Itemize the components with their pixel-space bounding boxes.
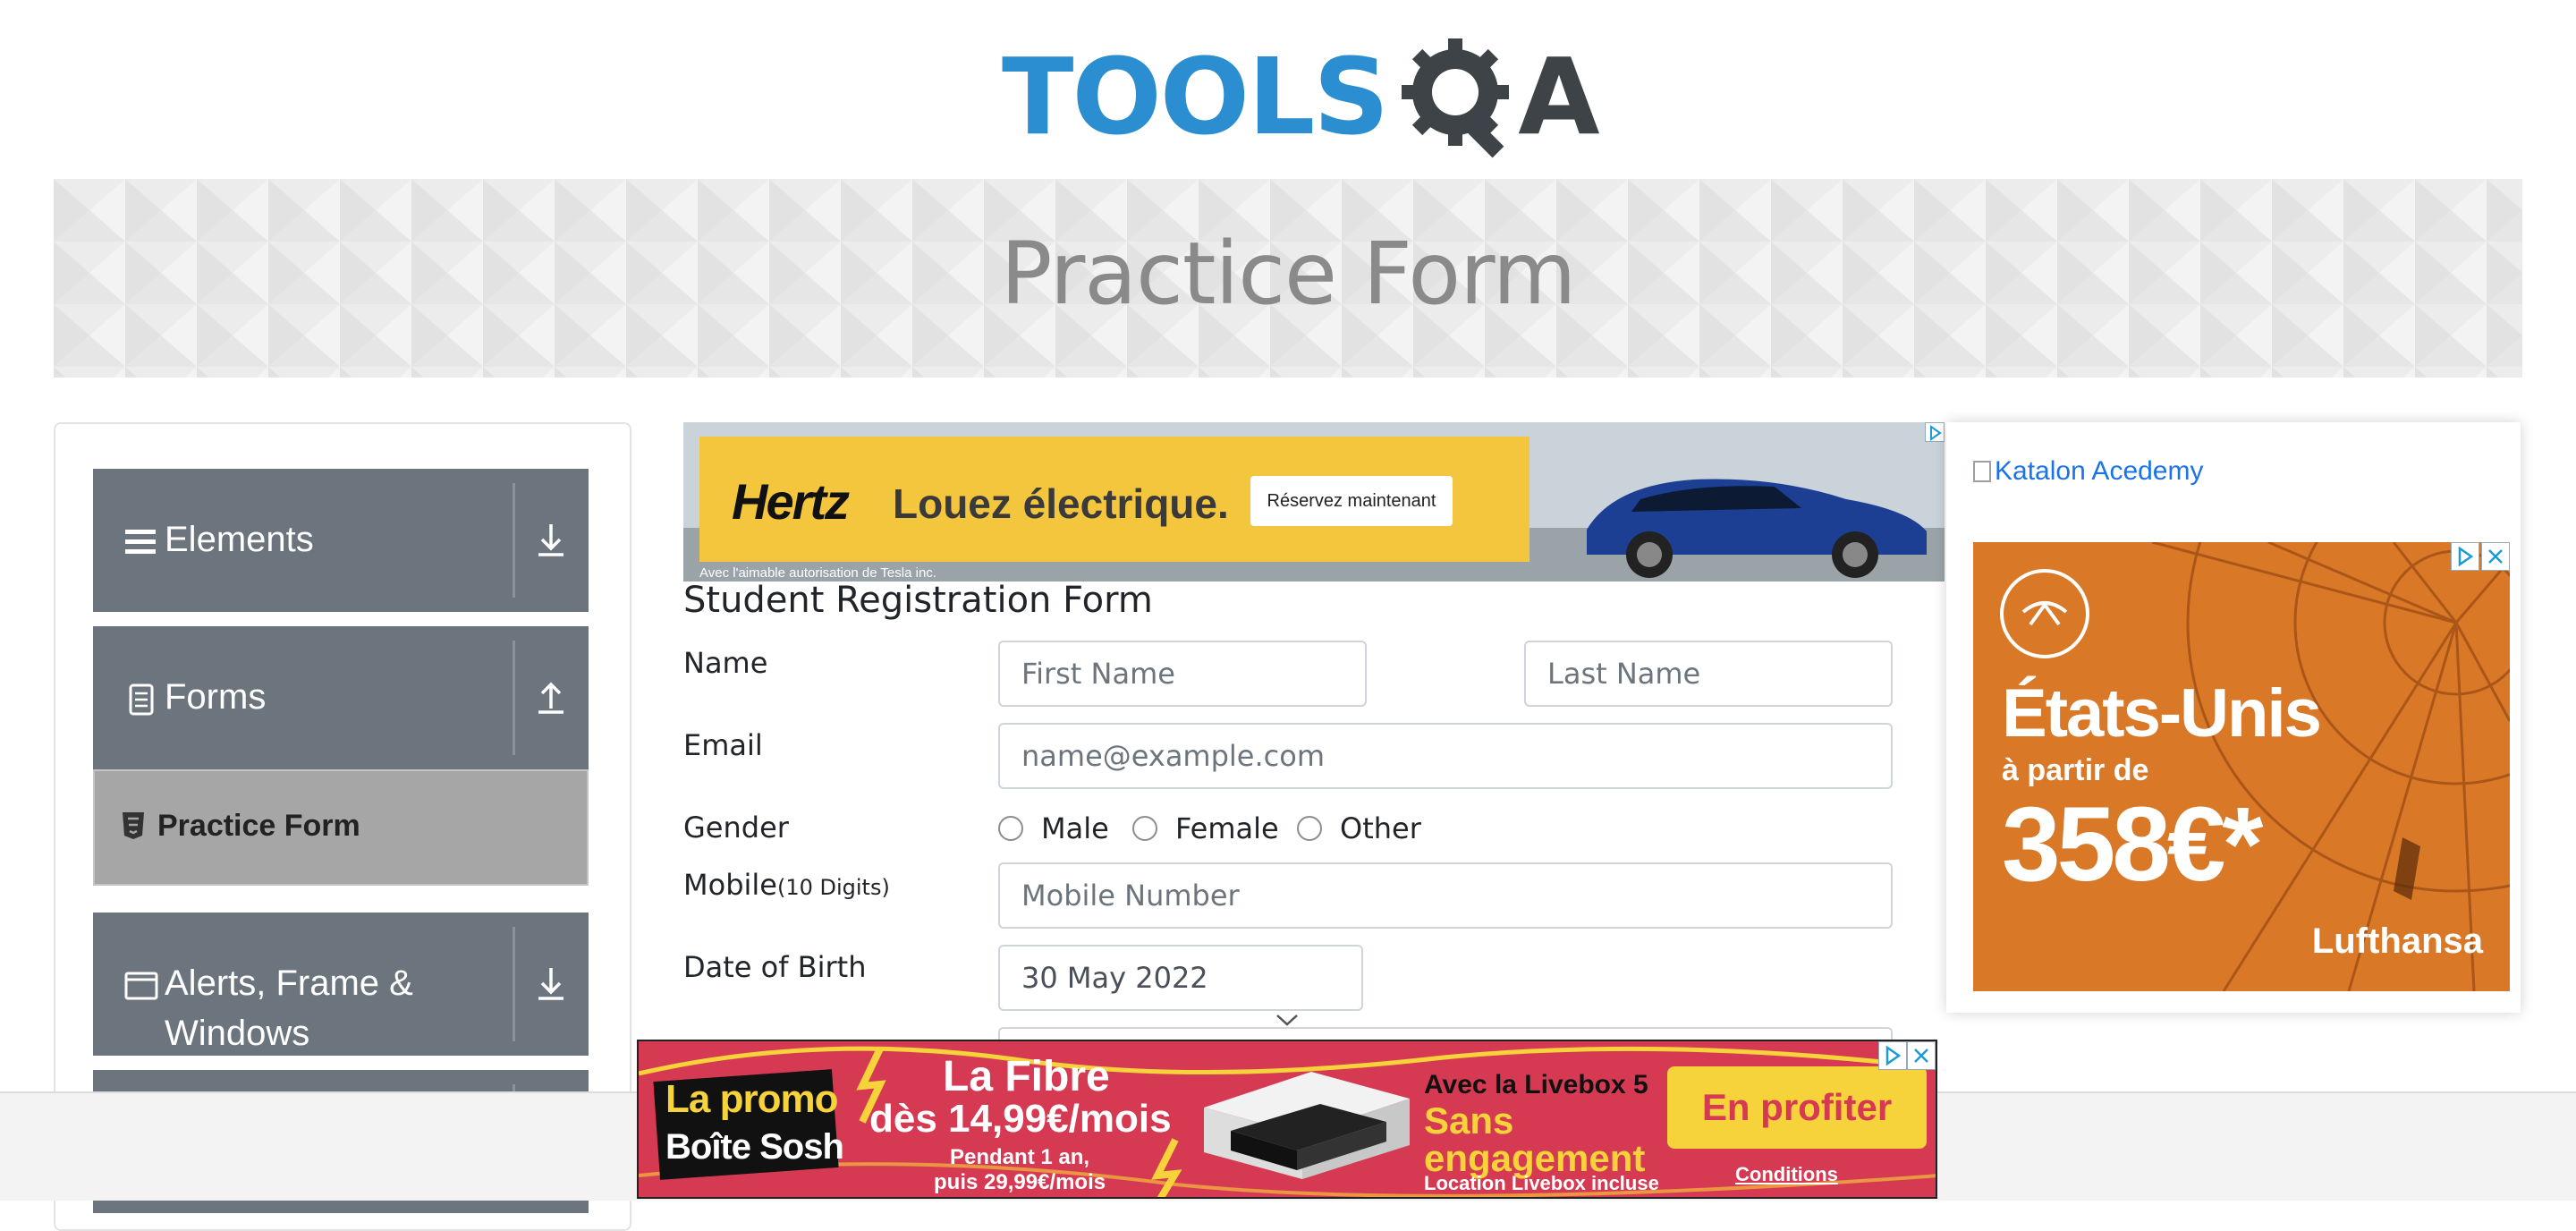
first-name-input[interactable]: First Name xyxy=(998,641,1367,707)
gear-magnifier-icon xyxy=(1393,30,1527,164)
lufthansa-title: États-Unis xyxy=(2002,675,2322,751)
last-name-input[interactable]: Last Name xyxy=(1524,641,1893,707)
en-profiter-button[interactable]: En profiter xyxy=(1667,1066,1927,1149)
email-label: Email xyxy=(683,728,763,762)
lufthansa-price: 358€* xyxy=(2002,785,2263,904)
nav-group-label: Alerts, Frame & xyxy=(165,964,413,1003)
livebox-line2: Sans engagement xyxy=(1424,1102,1645,1177)
radio-label: Female xyxy=(1175,811,1279,845)
nav-group-alerts-frame-windows[interactable]: Alerts, Frame & Windows xyxy=(93,913,589,1056)
upload-icon[interactable] xyxy=(526,673,576,723)
toolsqa-logo[interactable]: TOOLS A xyxy=(1002,25,1600,168)
adchoices-icon[interactable] xyxy=(1878,1041,1907,1070)
form-title: Student Registration Form xyxy=(683,580,1153,621)
reserve-button[interactable]: Réservez maintenant xyxy=(1250,476,1453,526)
gender-radio-male[interactable]: Male xyxy=(998,811,1109,846)
close-icon[interactable] xyxy=(2481,542,2510,571)
gender-radio-female[interactable]: Female xyxy=(1132,811,1279,846)
hamburger-icon xyxy=(123,524,159,560)
name-label: Name xyxy=(683,646,768,680)
window-icon xyxy=(123,968,159,1004)
nav-group-label: Elements xyxy=(165,520,314,559)
fibre-terms-line2: puis 29,99€/mois xyxy=(934,1170,1106,1194)
livebox-line3: Location Livebox incluse xyxy=(1424,1172,1659,1194)
sosh-ad[interactable]: La promo Boîte Sosh La Fibre dès 14,99€/… xyxy=(637,1040,1937,1199)
radio-label: Male xyxy=(1041,811,1109,845)
fibre-terms-line1: Pendant 1 an, xyxy=(950,1145,1090,1169)
mobile-label-text: Mobile xyxy=(683,868,777,902)
hertz-logo: Hertz xyxy=(732,473,850,530)
logo-a-text: A xyxy=(1518,35,1600,158)
divider xyxy=(513,483,515,598)
sidebar-item-label: Practice Form xyxy=(157,809,360,843)
lufthansa-logo-text: Lufthansa xyxy=(2311,921,2483,961)
katalon-ad-link[interactable]: Katalon Acedemy xyxy=(1973,456,2203,487)
radio-circle[interactable] xyxy=(998,816,1023,841)
divider xyxy=(513,641,515,755)
fibre-title: La Fibre xyxy=(943,1053,1110,1100)
promo-line1: La promo xyxy=(665,1077,838,1121)
livebox-line2a: Sans xyxy=(1424,1099,1514,1142)
radio-circle[interactable] xyxy=(1297,816,1322,841)
fibre-terms: Pendant 1 an, puis 29,99€/mois xyxy=(934,1145,1106,1195)
livebox-image xyxy=(1186,1063,1419,1188)
hertz-ad[interactable]: Hertz Louez électrique. Réservez mainten… xyxy=(683,422,1945,582)
nav-group-label: Forms xyxy=(165,677,267,717)
dob-label: Date of Birth xyxy=(683,950,867,984)
mobile-input[interactable]: Mobile Number xyxy=(998,862,1893,929)
hertz-yellow-panel: Hertz Louez électrique. Réservez mainten… xyxy=(699,437,1530,562)
close-icon[interactable] xyxy=(1907,1041,1936,1070)
nav-group-elements[interactable]: Elements xyxy=(93,469,589,612)
katalon-alt-text: Katalon Acedemy xyxy=(1995,456,2204,486)
document-icon xyxy=(123,682,159,717)
download-icon[interactable] xyxy=(526,959,576,1009)
html5-icon xyxy=(120,811,147,841)
sidebar-item-practice-form[interactable]: Practice Form xyxy=(93,769,589,886)
email-input[interactable]: name@example.com xyxy=(998,723,1893,789)
nav-group-label-line2: Windows xyxy=(165,1014,310,1053)
adchoices-icon[interactable] xyxy=(2451,542,2479,571)
mobile-label: Mobile(10 Digits) xyxy=(683,868,890,902)
hertz-headline: Louez électrique. xyxy=(893,480,1229,527)
nav-group-forms[interactable]: Forms xyxy=(93,626,589,769)
chevron-down-icon[interactable] xyxy=(1275,1013,1299,1027)
download-icon[interactable] xyxy=(526,515,576,565)
mobile-hint: (10 Digits) xyxy=(776,875,890,900)
gender-label: Gender xyxy=(683,811,789,845)
logo-tools-text: TOOLS xyxy=(1002,35,1389,158)
broken-image-icon xyxy=(1973,461,1991,482)
page-title: Practice Form xyxy=(1000,224,1577,324)
lufthansa-ad[interactable]: États-Unis à partir de 358€* Lufthansa xyxy=(1973,542,2510,991)
radio-circle[interactable] xyxy=(1132,816,1157,841)
gender-radio-other[interactable]: Other xyxy=(1297,811,1421,846)
divider xyxy=(513,927,515,1041)
ad-credit: Avec l'aimable autorisation de Tesla inc… xyxy=(699,565,936,581)
adchoices-icon[interactable] xyxy=(1925,422,1945,442)
date-of-birth-input[interactable]: 30 May 2022 xyxy=(998,945,1363,1011)
fibre-price: dès 14,99€/mois xyxy=(869,1097,1172,1141)
right-ad-panel: Katalon Acedemy États-Unis à partir de 3… xyxy=(1946,422,2521,1013)
conditions-link[interactable]: Conditions xyxy=(1735,1163,1838,1186)
livebox-line1: Avec la Livebox 5 xyxy=(1424,1070,1648,1099)
radio-label: Other xyxy=(1340,811,1421,845)
page-banner: Practice Form xyxy=(54,179,2522,378)
promo-line2: Boîte Sosh xyxy=(665,1127,844,1167)
